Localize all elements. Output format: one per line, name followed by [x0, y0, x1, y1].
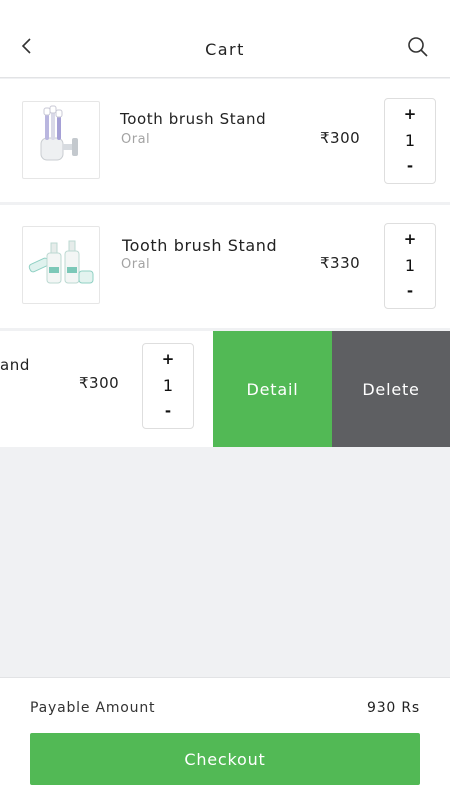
quantity-stepper: + 1 - [142, 343, 194, 429]
item-price: ₹300 [79, 374, 119, 392]
decrement-button[interactable]: - [385, 282, 435, 300]
product-thumbnail[interactable] [22, 226, 100, 304]
quantity-value: 1 [162, 376, 174, 395]
item-price: ₹330 [320, 254, 360, 272]
quantity-value: 1 [404, 131, 416, 150]
detail-button[interactable]: Detail [213, 331, 332, 447]
skincare-set-image [28, 240, 94, 284]
page-title: Cart [205, 40, 245, 59]
increment-button[interactable]: + [385, 230, 435, 248]
item-category: Oral [121, 132, 151, 147]
search-icon [408, 37, 428, 57]
increment-button[interactable]: + [385, 105, 435, 123]
product-thumbnail[interactable] [22, 101, 100, 179]
quantity-stepper: + 1 - [384, 223, 436, 309]
item-name: Tooth brush Stand [120, 110, 267, 128]
decrement-button[interactable]: - [143, 402, 193, 420]
quantity-stepper: + 1 - [384, 98, 436, 184]
item-category: Oral [121, 257, 151, 272]
checkout-button[interactable]: Checkout [30, 733, 420, 785]
item-price: ₹300 [320, 129, 360, 147]
delete-button[interactable]: Delete [332, 331, 450, 447]
price-value: 300 [330, 129, 361, 147]
currency-symbol: ₹ [320, 129, 331, 147]
item-name: Tooth brush Stand [122, 236, 278, 255]
decrement-button[interactable]: - [385, 157, 435, 175]
app-header: Cart [0, 0, 450, 78]
cart-item[interactable]: Tooth brush Stand Oral ₹330 + 1 - [0, 205, 450, 328]
payable-amount-label: Payable Amount [30, 700, 156, 716]
toothbrush-holder-image [40, 105, 78, 161]
price-value: 330 [330, 254, 361, 272]
price-value: 300 [89, 374, 120, 392]
currency-symbol: ₹ [79, 374, 90, 392]
item-name-fragment: and [0, 356, 31, 374]
swiped-cart-item[interactable]: and ₹300 + 1 - Detail Delete [0, 331, 450, 447]
payable-amount-value: 930 Rs [367, 700, 420, 716]
cart-item[interactable]: Tooth brush Stand Oral ₹300 + 1 - [0, 79, 450, 202]
search-button[interactable] [404, 33, 432, 61]
currency-symbol: ₹ [320, 254, 331, 272]
increment-button[interactable]: + [143, 350, 193, 368]
quantity-value: 1 [404, 256, 416, 275]
checkout-footer: Payable Amount 930 Rs Checkout [0, 677, 450, 800]
